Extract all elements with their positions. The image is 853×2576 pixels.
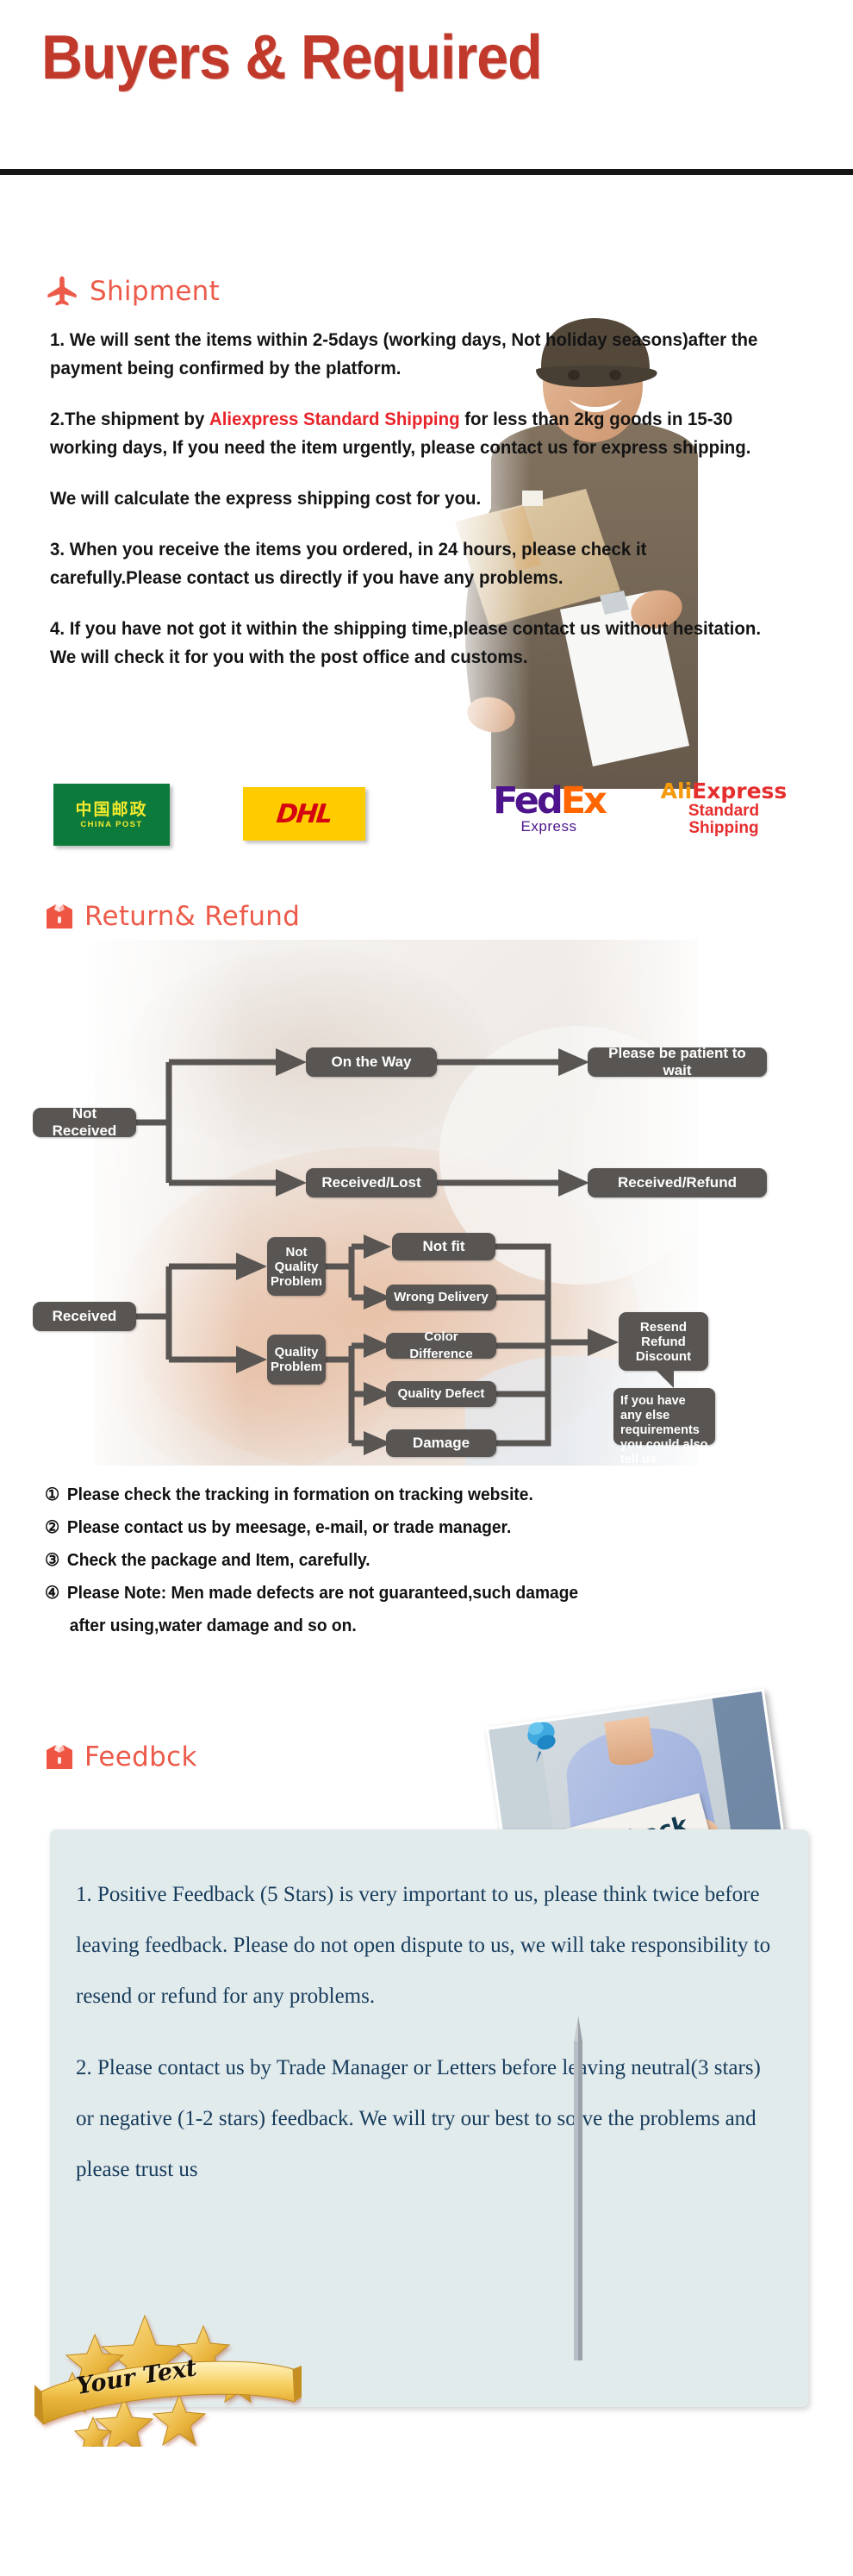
header-divider [0, 169, 853, 175]
feedback-paragraphs: 1. Positive Feedback (5 Stars) is very i… [76, 1869, 782, 2216]
flow-node-on-the-way: On the Way [306, 1047, 437, 1077]
product-description-page: Buyers & Required Shipment 1. We will se… [0, 0, 853, 2576]
pushpin-icon [527, 1722, 556, 1763]
bullet-number: ① [45, 1485, 60, 1504]
bullet-text: Please Note: Men made defects are not gu… [66, 1584, 579, 1603]
feedback-heading: Feedbck [84, 1741, 197, 1773]
list-item: ③ Check the package and Item, carefully. [45, 1547, 789, 1575]
feedback-paragraph-2: 2. Please contact us by Trade Manager or… [76, 2056, 761, 2181]
bullet-text: Please contact us by meesage, e-mail, or… [66, 1518, 512, 1537]
pencil-icon [574, 2016, 582, 2360]
returns-heading: Return& Refund [84, 901, 301, 932]
bullet-text: Check the package and Item, carefully. [66, 1551, 370, 1570]
feedback-paragraph-1: 1. Positive Feedback (5 Stars) is very i… [76, 1883, 771, 2008]
flow-node-received-refund: Received/Refund [588, 1168, 767, 1197]
flow-node-wrong-delivery: Wrong Delivery [386, 1285, 496, 1310]
flow-node-damage: Damage [386, 1429, 496, 1457]
returns-section-header: Return& Refund [45, 901, 300, 932]
aliexpress-standard-shipping-highlight: Aliexpress Standard Shipping [209, 409, 460, 429]
bullet-text: Please check the tracking in formation o… [66, 1485, 533, 1504]
flow-node-not-fit: Not fit [392, 1233, 495, 1260]
courier-logos: 中国邮政 CHINA POST DHL FedEx Express AliExp… [0, 780, 853, 858]
bullet-number: ③ [45, 1551, 60, 1570]
list-item: ④ Please Note: Men made defects are not … [45, 1579, 789, 1608]
flow-node-quality-problem: Quality Problem [267, 1335, 326, 1385]
bullet-text-continued: after using,water damage and so on. [69, 1616, 357, 1635]
return-flowchart: Not Received On the Way Please be patien… [0, 940, 853, 1466]
feedback-section-header: Feedbck [45, 1741, 197, 1773]
bullet-number: ④ [45, 1584, 60, 1603]
china-post-logo: 中国邮政 CHINA POST [53, 784, 170, 846]
aliexpress-logo: AliExpress Standard Shipping [660, 778, 788, 837]
shipment-item-3: 3. When you receive the items you ordere… [50, 539, 647, 588]
returns-bullet-list: ① Please check the tracking in formation… [45, 1481, 789, 1641]
page-header: Buyers & Required [0, 0, 853, 172]
fedex-logo: FedEx Express [493, 779, 607, 835]
shipment-item-4: 4. If you have not got it within the shi… [50, 618, 762, 667]
page-title: Buyers & Required [41, 23, 543, 92]
list-item: ① Please check the tracking in formation… [45, 1481, 789, 1510]
shipment-item-1: 1. We will sent the items within 2-5days… [50, 329, 758, 378]
flow-node-not-quality-problem: Not Quality Problem [267, 1237, 326, 1296]
bullet-number: ② [45, 1518, 60, 1537]
flow-node-received-lost: Received/Lost [306, 1168, 437, 1197]
shipment-item-2: 2.The shipment by Aliexpress Standard Sh… [50, 409, 751, 458]
flow-node-quality-defect: Quality Defect [386, 1381, 496, 1407]
flow-node-please-be-patient-to-wait: Please be patient to wait [588, 1045, 767, 1079]
flow-callout-bubble: If you have any else requirements you co… [613, 1366, 715, 1466]
shipment-text: 1. We will sent the items within 2-5days… [50, 326, 770, 694]
flow-node-color-difference: Color Difference [386, 1329, 496, 1361]
shipment-item-2b: We will calculate the express shipping c… [50, 488, 482, 509]
package-box-icon [47, 1745, 72, 1769]
package-box-icon [47, 904, 72, 928]
flow-node-not-received: Not Received [33, 1105, 136, 1139]
dhl-logo: DHL [243, 787, 365, 841]
list-item: ② Please contact us by meesage, e-mail, … [45, 1514, 789, 1542]
flow-node-resend-refund-discount: Resend Refund Discount [619, 1312, 708, 1371]
flow-node-received: Received [33, 1302, 136, 1331]
